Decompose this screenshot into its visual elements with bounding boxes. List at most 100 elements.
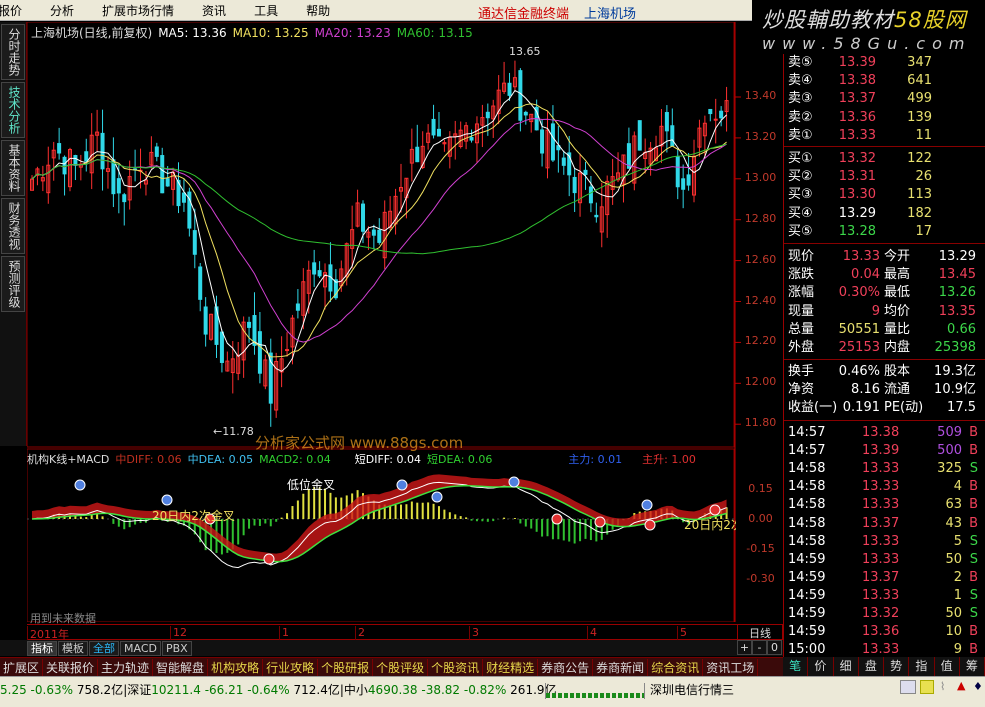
stat-label: 现量 <box>788 303 815 319</box>
stat-label: 涨跌 <box>788 267 815 283</box>
quote-row: 买⑤ 13.28 17 <box>784 223 985 241</box>
quote-tab[interactable]: 值 <box>935 657 960 676</box>
quote-tab[interactable]: 盘 <box>859 657 884 676</box>
toolbar-item[interactable]: 券商新闻 <box>593 658 649 676</box>
tick-volume: 2 <box>953 569 962 585</box>
toolbar-item[interactable]: 个股研报 <box>318 658 374 676</box>
notes-icon[interactable] <box>920 680 934 694</box>
toolbar-item[interactable]: 财经精选 <box>483 658 539 676</box>
tick-price: 13.38 <box>862 425 900 440</box>
chart-area[interactable] <box>27 22 741 622</box>
toolbar-item[interactable]: 关联报价 <box>43 658 99 676</box>
menu-item[interactable]: 分析 <box>50 2 74 19</box>
stat-label: 换手 <box>788 364 815 379</box>
toolbar-item[interactable]: 资讯工场 <box>703 658 759 676</box>
zx-label: 中小 <box>343 683 368 697</box>
macd-title-line: 机构K线+MACD 中DIFF: 0.06 中DEA: 0.05 MACD2: 0.0… <box>27 451 708 467</box>
indicator-tab[interactable]: 指标 <box>27 640 57 656</box>
side-tab[interactable]: 预测评级 <box>1 256 25 312</box>
indicator-value: 中DEA: 0.05 <box>187 453 254 466</box>
toolbar-item[interactable]: 个股评级 <box>373 658 429 676</box>
stat-value: 25153 <box>838 340 880 355</box>
quote-tab[interactable]: 笔 <box>783 657 809 676</box>
stat-value: 0.46% <box>838 364 880 379</box>
message-icon[interactable] <box>900 680 916 694</box>
zoom-button[interactable]: - <box>752 640 767 655</box>
quote-tab[interactable]: 细 <box>834 657 859 676</box>
zx-pct: -0.82% <box>463 683 507 697</box>
network-icon[interactable]: ⌇ <box>940 680 954 694</box>
side-tab[interactable]: 基本资料 <box>1 140 25 196</box>
period-label[interactable]: 日线 <box>737 624 783 640</box>
signal-ball-red <box>644 519 656 531</box>
candle-body <box>507 82 512 96</box>
bid-volume: 17 <box>915 223 932 239</box>
quote-row: 14:58 13.33 63 B <box>784 496 985 514</box>
sh-value: 5.25 <box>0 683 27 697</box>
tick-side: B <box>969 425 978 440</box>
quote-tab[interactable]: 价 <box>808 657 834 676</box>
zoom-button[interactable]: 0 <box>767 640 782 655</box>
tick-side: S <box>969 606 978 621</box>
toolbar-item[interactable]: 扩展区 <box>0 658 44 676</box>
indicator-value: 短DIFF: 0.04 <box>354 453 421 466</box>
candle-body <box>713 118 718 121</box>
time-tick: 12 <box>170 626 187 640</box>
quote-tab[interactable]: 指 <box>909 657 935 676</box>
indicator-tab[interactable]: MACD <box>120 640 161 656</box>
quote-tabs: 笔价细盘势指值筹 <box>783 657 985 676</box>
quote-tab[interactable]: 势 <box>884 657 910 676</box>
signal-ball-blue <box>641 499 653 511</box>
chart-title: 上海机场(日线,前复权) <box>31 26 153 40</box>
tick-volume: 50 <box>945 606 962 621</box>
menu-item[interactable]: 工具 <box>254 2 278 19</box>
side-tab[interactable]: 技术分析 <box>1 82 25 138</box>
toolbar-item[interactable]: 智能解盘 <box>153 658 209 676</box>
side-tab[interactable]: 分时走势 <box>1 24 25 80</box>
time-axis: 2011年 12 1 2 3 4 5 <box>27 624 737 641</box>
time-tick: 3 <box>469 626 479 640</box>
quote-row: 14:59 13.37 2 B <box>784 569 985 587</box>
toolbar-item[interactable]: 券商公告 <box>538 658 594 676</box>
app-title: 通达信金融终端 <box>478 7 570 22</box>
price-tick: 12.40 <box>744 293 777 307</box>
chart-title-line: 上海机场(日线,前复权) MA5: 13.36 MA10: 13.25 MA20: 1… <box>31 24 485 41</box>
menu-item[interactable]: 资讯 <box>202 2 226 19</box>
quote-row: 买① 13.32 122 <box>784 150 985 168</box>
candle-body <box>203 306 208 335</box>
toolbar-item[interactable]: 主力轨迹 <box>98 658 154 676</box>
toolbar-item[interactable]: 机构攻略 <box>208 658 264 676</box>
kline-chart[interactable] <box>27 22 785 622</box>
stat-value: 19.3亿 <box>934 364 976 379</box>
quote-tab[interactable]: 筹 <box>960 657 985 676</box>
indicator-tab[interactable]: 全部 <box>89 640 119 656</box>
toolbar-item[interactable]: 行业攻略 <box>263 658 319 676</box>
zoom-button[interactable]: + <box>737 640 752 655</box>
tick-volume: 509 <box>937 425 962 440</box>
watermark-logo: 炒股輔助教材58股网 www.58Gu.com <box>752 0 985 54</box>
candle-body <box>165 178 170 187</box>
candle-body <box>84 151 89 162</box>
candle-body <box>708 108 713 115</box>
indicator-tab[interactable]: 模板 <box>58 640 88 656</box>
stat-label: 内盘 <box>884 340 911 355</box>
stat-label: 涨幅 <box>788 285 815 301</box>
toolbar-item[interactable]: 个股资讯 <box>428 658 484 676</box>
tick-price: 13.37 <box>862 569 900 585</box>
toolbar-item[interactable]: 综合资讯 <box>648 658 704 676</box>
menu-item[interactable]: 帮助 <box>306 2 330 19</box>
candle-body <box>675 156 680 188</box>
candle-body <box>371 229 376 236</box>
candle-body <box>719 110 724 119</box>
annotation-double-cross: 20日内2次金叉 <box>152 509 235 523</box>
server-name[interactable]: 深圳电信行情三 <box>650 681 734 698</box>
menu-item[interactable]: 扩展市场行情 <box>102 2 174 19</box>
market-breadth-indicator <box>545 683 645 699</box>
sound-icon[interactable]: ♦ <box>973 680 983 693</box>
updown-icon[interactable]: ▲ <box>957 679 965 692</box>
indicator-tab[interactable]: PBX <box>161 640 192 656</box>
side-tab[interactable]: 财务透视 <box>1 198 25 254</box>
menu-item[interactable]: 报价 <box>0 2 22 19</box>
tick-time: 14:59 <box>788 587 826 603</box>
ask-label: 卖② <box>788 109 813 125</box>
